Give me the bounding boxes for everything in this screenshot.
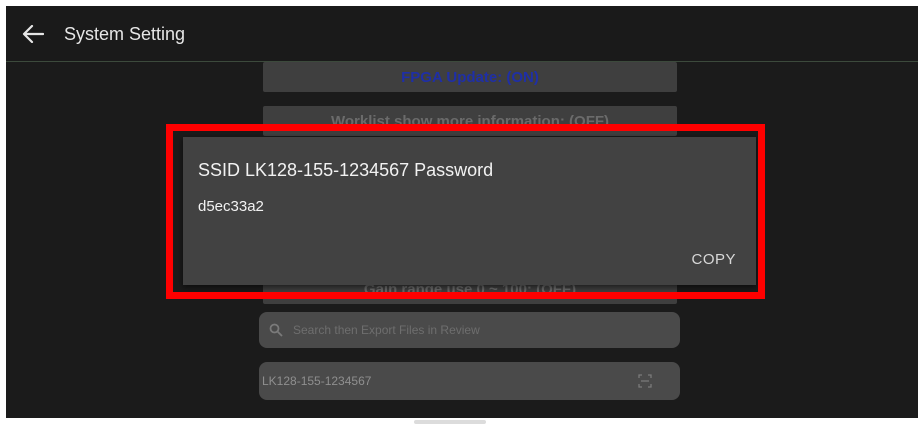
home-indicator[interactable] (414, 420, 486, 424)
page-title: System Setting (64, 24, 186, 44)
app-bar: System Setting (6, 6, 918, 62)
dialog-title: SSID LK128-155-1234567 Password (198, 160, 494, 180)
nav-bar (6, 411, 918, 418)
back-button[interactable] (18, 20, 48, 48)
search-input[interactable] (291, 322, 655, 338)
ssid-field[interactable]: LK128-155-1234567 (259, 362, 680, 400)
arrow-left-icon (22, 25, 44, 43)
search-field[interactable] (259, 312, 680, 348)
fpga-update-button[interactable]: FPGA Update: (ON) (263, 62, 677, 92)
password-dialog: SSID LK128-155-1234567 Password d5ec33a2… (183, 137, 756, 285)
copy-button[interactable]: COPY (691, 251, 736, 268)
password-text: d5ec33a2 (198, 198, 264, 215)
search-icon (269, 323, 283, 337)
ssid-value: LK128-155-1234567 (262, 374, 372, 388)
qr-scan-icon[interactable] (638, 374, 652, 388)
worklist-info-button[interactable]: Worklist show more information: (OFF) (263, 106, 677, 136)
